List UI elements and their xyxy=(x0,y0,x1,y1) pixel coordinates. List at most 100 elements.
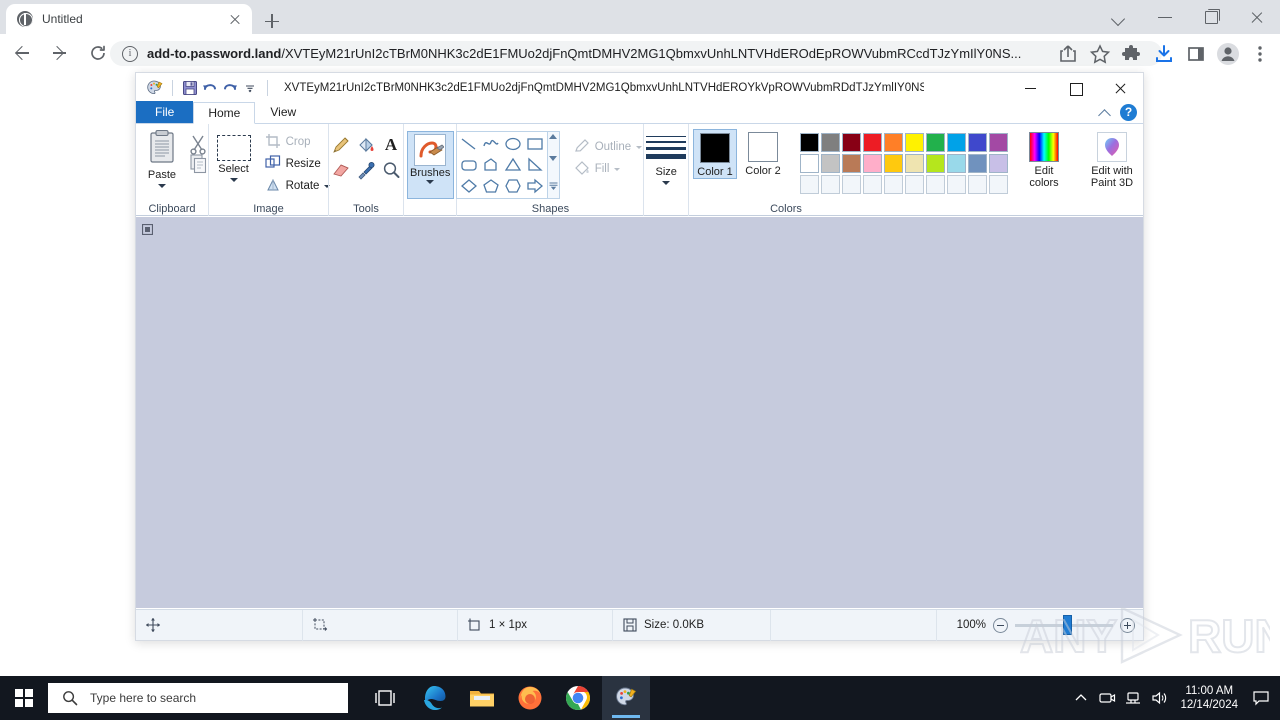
paint-taskbar-button[interactable] xyxy=(602,676,650,720)
file-explorer-button[interactable] xyxy=(458,676,506,720)
bookmark-star-icon[interactable] xyxy=(1084,38,1116,70)
shapes-more-icon[interactable] xyxy=(549,178,558,196)
magnifier-tool-button[interactable] xyxy=(379,157,404,182)
close-icon[interactable] xyxy=(1234,0,1280,34)
minimize-icon[interactable] xyxy=(1142,0,1188,34)
crop-button[interactable]: Crop xyxy=(262,131,334,153)
close-icon[interactable] xyxy=(1098,73,1143,102)
palette-swatch-r3-c8[interactable] xyxy=(968,175,987,194)
chevron-down-icon[interactable] xyxy=(1096,0,1142,34)
palette-swatch-r1-c7[interactable] xyxy=(947,133,966,152)
google-chrome-button[interactable] xyxy=(554,676,602,720)
pencil-tool-button[interactable] xyxy=(329,132,354,157)
palette-swatch-r2-c2[interactable] xyxy=(842,154,861,173)
start-button[interactable] xyxy=(0,676,48,720)
palette-swatch-r3-c6[interactable] xyxy=(926,175,945,194)
action-center-button[interactable] xyxy=(1246,676,1276,720)
network-icon[interactable] xyxy=(1120,676,1146,720)
chevron-down-icon[interactable] xyxy=(158,184,166,188)
chevron-down-icon[interactable] xyxy=(229,178,238,182)
browser-tab[interactable]: Untitled xyxy=(6,4,252,34)
palette-swatch-r3-c7[interactable] xyxy=(947,175,966,194)
fill-bucket-tool-button[interactable] xyxy=(354,132,379,157)
palette-swatch-r3-c5[interactable] xyxy=(905,175,924,194)
shape-polygon[interactable] xyxy=(480,154,502,175)
downloads-icon[interactable] xyxy=(1148,38,1180,70)
palette-swatch-r2-c9[interactable] xyxy=(989,154,1008,173)
palette-swatch-r1-c2[interactable] xyxy=(842,133,861,152)
task-view-button[interactable] xyxy=(362,676,410,720)
shapes-gallery[interactable] xyxy=(455,131,548,199)
kebab-menu-icon[interactable] xyxy=(1244,38,1276,70)
palette-swatch-r1-c3[interactable] xyxy=(863,133,882,152)
rotate-button[interactable]: Rotate xyxy=(262,175,334,197)
site-info-icon[interactable] xyxy=(122,45,138,62)
shape-rectangle[interactable] xyxy=(524,133,546,154)
palette-swatch-r3-c4[interactable] xyxy=(884,175,903,194)
shape-right-arrow[interactable] xyxy=(524,175,546,196)
zoom-slider[interactable] xyxy=(1015,614,1113,635)
palette-swatch-r1-c1[interactable] xyxy=(821,133,840,152)
help-icon[interactable]: ? xyxy=(1120,104,1137,121)
palette-swatch-r2-c8[interactable] xyxy=(968,154,987,173)
fill-button[interactable]: Fill xyxy=(571,158,645,180)
shape-diamond[interactable] xyxy=(458,175,480,196)
palette-swatch-r3-c1[interactable] xyxy=(821,175,840,194)
palette-swatch-r1-c4[interactable] xyxy=(884,133,903,152)
new-tab-button[interactable] xyxy=(258,7,286,35)
palette-swatch-r2-c0[interactable] xyxy=(800,154,819,173)
shape-curve[interactable] xyxy=(480,133,502,154)
palette-swatch-r3-c2[interactable] xyxy=(842,175,861,194)
customize-qat-caret-icon[interactable] xyxy=(240,78,260,98)
close-icon[interactable] xyxy=(225,9,245,29)
volume-icon[interactable] xyxy=(1146,676,1172,720)
palette-swatch-r2-c6[interactable] xyxy=(926,154,945,173)
minimize-icon[interactable] xyxy=(1008,73,1053,102)
scroll-down-icon[interactable] xyxy=(549,156,558,161)
zoom-out-icon[interactable] xyxy=(993,617,1008,633)
taskbar-clock[interactable]: 11:00 AM 12/14/2024 xyxy=(1172,684,1246,712)
redo-icon[interactable] xyxy=(220,78,240,98)
outline-button[interactable]: Outline xyxy=(571,136,645,158)
select-button[interactable]: Select xyxy=(208,129,260,197)
palette-swatch-r1-c8[interactable] xyxy=(968,133,987,152)
side-panel-icon[interactable] xyxy=(1180,38,1212,70)
canvas-corner-handle-icon[interactable] xyxy=(141,222,154,236)
zoom-slider-thumb[interactable] xyxy=(1063,614,1072,635)
palette-swatch-r2-c7[interactable] xyxy=(947,154,966,173)
palette-swatch-r1-c5[interactable] xyxy=(905,133,924,152)
chevron-down-icon[interactable] xyxy=(614,167,621,171)
shape-oval[interactable] xyxy=(502,133,524,154)
tab-view[interactable]: View xyxy=(255,101,311,123)
share-icon[interactable] xyxy=(1052,38,1084,70)
resize-button[interactable]: Resize xyxy=(262,153,334,175)
zoom-in-icon[interactable] xyxy=(1120,617,1135,633)
microsoft-edge-button[interactable] xyxy=(410,676,458,720)
palette-swatch-r2-c4[interactable] xyxy=(884,154,903,173)
shape-hexagon[interactable] xyxy=(502,175,524,196)
tab-home[interactable]: Home xyxy=(193,102,256,124)
paste-button[interactable]: Paste xyxy=(136,129,188,188)
edit-with-paint3d-button[interactable]: Edit with Paint 3D xyxy=(1081,129,1143,189)
undo-icon[interactable] xyxy=(200,78,220,98)
palette-swatch-r1-c9[interactable] xyxy=(989,133,1008,152)
paint-canvas[interactable] xyxy=(136,217,1143,608)
taskbar-search-box[interactable]: Type here to search xyxy=(48,683,348,713)
save-icon[interactable] xyxy=(180,78,200,98)
shape-triangle[interactable] xyxy=(502,154,524,175)
palette-swatch-r1-c0[interactable] xyxy=(800,133,819,152)
chevron-down-icon[interactable] xyxy=(426,180,435,184)
shape-pentagon[interactable] xyxy=(480,175,502,196)
profile-avatar-icon[interactable] xyxy=(1212,38,1244,70)
shape-line[interactable] xyxy=(458,133,480,154)
eraser-tool-button[interactable] xyxy=(329,157,354,182)
tab-file[interactable]: File xyxy=(136,101,194,123)
maximize-icon[interactable] xyxy=(1053,73,1098,102)
paint-title-bar[interactable]: XVTEyM21rUnI2cTBrM0NHK3c2dE1FMUo2djFnQmt… xyxy=(136,73,1143,102)
palette-swatch-r2-c3[interactable] xyxy=(863,154,882,173)
edit-colors-button[interactable]: Edit colors xyxy=(1021,129,1067,189)
size-button[interactable] xyxy=(646,136,687,159)
show-hidden-icons-chevron-icon[interactable] xyxy=(1068,676,1094,720)
camera-icon[interactable] xyxy=(1094,676,1120,720)
chevron-down-icon[interactable] xyxy=(662,181,671,185)
